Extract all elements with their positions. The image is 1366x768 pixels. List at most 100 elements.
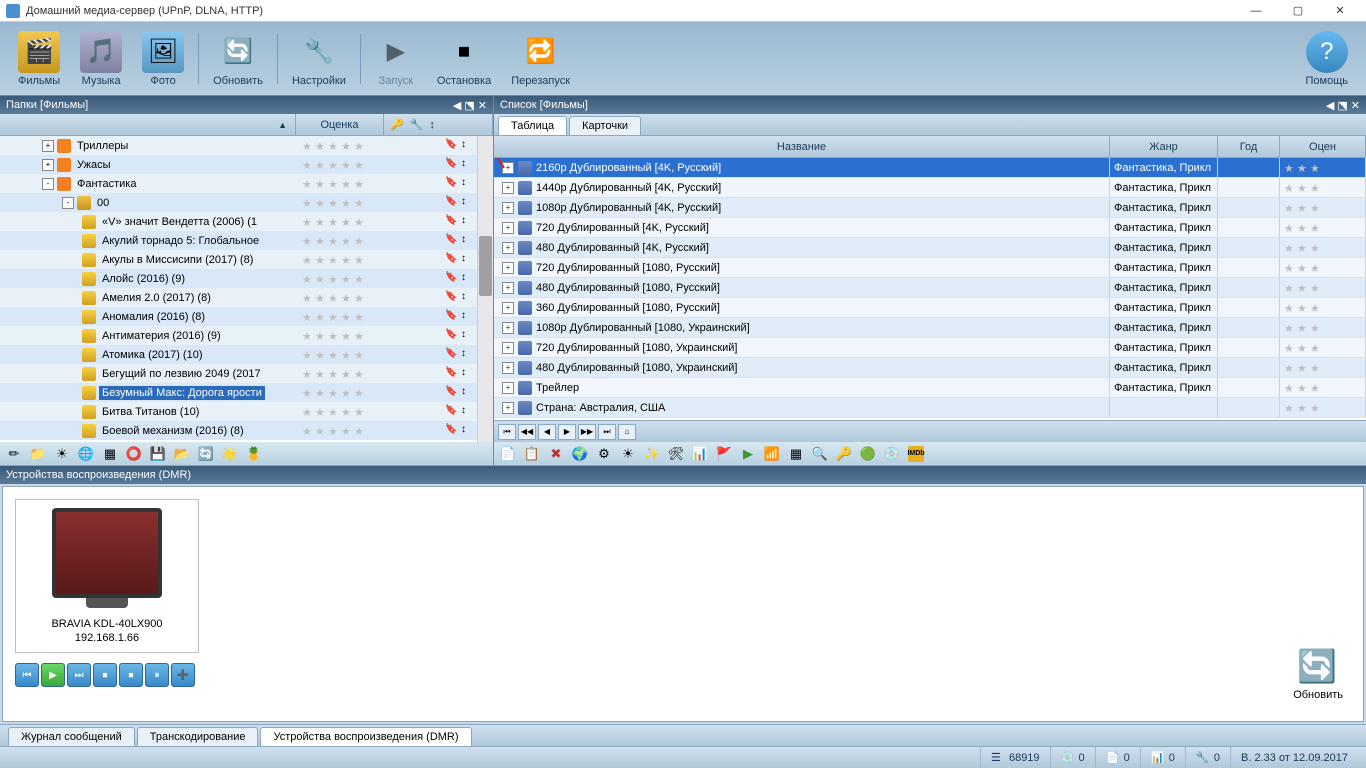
expander-icon[interactable]: + [502,322,514,334]
flag-icon[interactable]: 🔖 [445,329,459,343]
expander-icon[interactable]: + [502,342,514,354]
tab-log[interactable]: Журнал сообщений [8,727,135,746]
nav-first[interactable]: ⏮ [498,424,516,440]
arrow-icon[interactable]: ↕ [461,177,475,191]
rating-stars[interactable]: ★★★★★ [302,254,366,266]
rating-stars[interactable]: ★★★★★ [302,368,366,380]
rating-stars[interactable]: ★★★★★ [302,349,366,361]
grid-body[interactable]: + 2160p Дублированный [4K, Русский] Фант… [494,158,1366,420]
spark-icon[interactable]: ✨ [644,446,660,462]
open-icon[interactable]: 📂 [174,446,190,462]
expander-icon[interactable]: + [502,382,514,394]
nav-prev[interactable]: ◀ [538,424,556,440]
tree-item[interactable]: Бегущий по лезвию 2049 (2017★★★★★🔖↕ [0,364,493,383]
nav-next[interactable]: ▶ [558,424,576,440]
tree-item[interactable]: «V» значит Вендетта (2006) (1★★★★★🔖↕ [0,212,493,231]
expander-icon[interactable]: + [42,159,54,171]
tab-devices[interactable]: Устройства воспроизведения (DMR) [260,727,471,746]
tree-item[interactable]: +Триллеры★★★★★🔖↕ [0,136,493,155]
rating-stars[interactable]: ★★★★★ [302,140,366,152]
world-icon[interactable]: 🌍 [572,446,588,462]
media-prev[interactable]: ⏮ [15,663,39,687]
rating-stars[interactable]: ★★★★★ [302,330,366,342]
media-stop2[interactable]: ⏹ [119,663,143,687]
key-icon[interactable]: 🔑 [836,446,852,462]
arrow-icon[interactable]: ↕ [461,329,475,343]
flag-icon[interactable]: 🔖 [445,405,459,419]
lifebuoy-icon[interactable]: ⭕ [126,446,142,462]
rating-stars[interactable]: ★★★★★ [302,216,366,228]
devices-refresh[interactable]: 🔄 Обновить [1285,639,1351,709]
flag-icon[interactable]: 🔖 [445,424,459,438]
rating-stars[interactable]: ★★★★★ [302,292,366,304]
tab-transcode[interactable]: Транскодирование [137,727,259,746]
refresh-button[interactable]: 🔄Обновить [203,27,273,91]
rating-stars[interactable]: ★★★★★ [302,159,366,171]
flag-icon[interactable]: 🔖 [445,291,459,305]
arrow-icon[interactable]: ↕ [461,196,475,210]
flag-icon[interactable]: 🔖 [445,367,459,381]
find-icon[interactable]: 🔍 [812,446,828,462]
tree-item[interactable]: Аномалия (2016) (8)★★★★★🔖↕ [0,307,493,326]
table-icon[interactable]: ▦ [788,446,804,462]
sun2-icon[interactable]: ☀ [620,446,636,462]
arrow-icon[interactable]: ↕ [461,215,475,229]
tree-item[interactable]: Безумный Макс: Дорога ярости★★★★★🔖↕ [0,383,493,402]
flag-icon[interactable]: 🔖 [445,158,459,172]
col-genre[interactable]: Жанр [1110,136,1218,157]
music-button[interactable]: 🎵Музыка [70,27,132,91]
flag-icon[interactable]: 🔖 [445,386,459,400]
arrow-icon[interactable]: ↕ [461,424,475,438]
photo-button[interactable]: 🖼Фото [132,27,194,91]
scroll-thumb[interactable] [479,236,492,296]
grid-row[interactable]: + 480 Дублированный [4K, Русский] Фантас… [494,238,1366,258]
rating-stars[interactable]: ★★★ [1284,222,1322,234]
tree-item[interactable]: Акулы в Миссисипи (2017) (8)★★★★★🔖↕ [0,250,493,269]
arrow-icon[interactable]: ↕ [461,272,475,286]
grid-row[interactable]: + 360 Дублированный [1080, Русский] Фант… [494,298,1366,318]
fruit-icon[interactable]: 🍍 [246,446,262,462]
edit-icon[interactable]: ✏ [6,446,22,462]
col-year[interactable]: Год [1218,136,1280,157]
tree-item[interactable]: Битва Титанов (10)★★★★★🔖↕ [0,402,493,421]
sun-icon[interactable]: ☀ [54,446,70,462]
stop-button[interactable]: ⏹Остановка [427,27,501,91]
arrow-icon[interactable]: ↕ [461,386,475,400]
rating-stars[interactable]: ★★★★★ [302,273,366,285]
list-icon[interactable]: 📊 [692,446,708,462]
media-play[interactable]: ▶ [41,663,65,687]
nav-prev-page[interactable]: ◀◀ [518,424,536,440]
grid-row[interactable]: + Трейлер Фантастика, Прикл ★★★ [494,378,1366,398]
flag-icon[interactable]: 🔖 [445,310,459,324]
rating-stars[interactable]: ★★★★★ [302,387,366,399]
expander-icon[interactable]: + [502,222,514,234]
tab-cards[interactable]: Карточки [569,116,641,135]
panel-pin-icon[interactable]: ◀ ⬔ ✕ [453,99,487,112]
gear-icon[interactable]: ⚙ [596,446,612,462]
flag-icon[interactable]: 🔖 [445,215,459,229]
expander-icon[interactable]: - [62,197,74,209]
grid-row[interactable]: + 480 Дублированный [1080, Русский] Фант… [494,278,1366,298]
rating-stars[interactable]: ★★★ [1284,242,1322,254]
expander-icon[interactable]: + [502,402,514,414]
arrow-icon[interactable]: ↕ [461,310,475,324]
tree-item[interactable]: Амелия 2.0 (2017) (8)★★★★★🔖↕ [0,288,493,307]
expander-icon[interactable]: + [502,282,514,294]
tool-icon[interactable]: 🔑 [390,118,404,131]
tab-table[interactable]: Таблица [498,116,567,135]
rating-stars[interactable]: ★★★★★ [302,406,366,418]
arrow-icon[interactable]: ↕ [461,291,475,305]
grid-row[interactable]: + 1080p Дублированный [1080, Украинский]… [494,318,1366,338]
tool-icon[interactable]: ↕ [429,119,435,131]
rating-stars[interactable]: ★★★ [1284,342,1322,354]
films-button[interactable]: 🎬Фильмы [8,27,70,91]
settings-button[interactable]: 🔧Настройки [282,27,356,91]
arrow-icon[interactable]: ↕ [461,367,475,381]
flag-icon[interactable]: 🔖 [445,272,459,286]
tree-view[interactable]: +Триллеры★★★★★🔖↕+Ужасы★★★★★🔖↕-Фантастика… [0,136,493,442]
sheet-icon[interactable]: 📋 [524,446,540,462]
close-button[interactable]: ✕ [1320,1,1360,21]
expander-icon[interactable]: + [502,302,514,314]
rating-stars[interactable]: ★★★ [1284,162,1322,174]
rating-stars[interactable]: ★★★ [1284,322,1322,334]
